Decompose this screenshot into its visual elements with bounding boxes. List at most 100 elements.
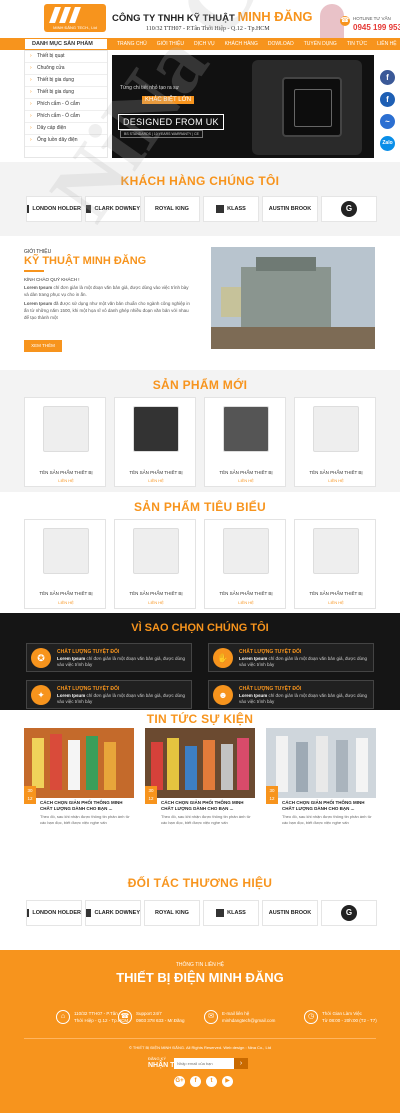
sidebar-item[interactable]: Thiết bị gia dụng [25,75,107,87]
company-prefix: CÔNG TY TNHH KỸ THUẬT [112,13,238,24]
product-card[interactable]: TÊN SẢN PHẨM THIẾT BỊ LIÊN HỆ [204,397,286,487]
product-name[interactable]: TÊN SẢN PHẨM THIẾT BỊ [205,470,287,475]
messenger-icon[interactable]: ~ [380,114,395,129]
hotline-number[interactable]: 0945 199 953 [353,23,400,32]
menu-item-recruitment[interactable]: TUYỂN DỤNG [299,38,342,50]
client-logo[interactable]: KLASS [203,196,259,222]
logo[interactable]: MINH ĐĂNG TECH., Ltd [44,4,106,32]
product-card[interactable]: TÊN SẢN PHẨM THIẾT BỊ LIÊN HỆ [24,519,106,609]
menu-item-about[interactable]: GIỚI THIỆU [152,38,189,50]
client-logo[interactable]: LONDON HOLDER [26,196,82,222]
client-logo[interactable]: ROYAL KING [144,196,200,222]
news-headline[interactable]: CÁCH CHỌN GIẢN PHỐI THÔNG MINH CHẤT LƯỢN… [161,800,253,812]
sidebar-item[interactable]: Ống luồn dây điện [25,135,107,147]
sidebar-item[interactable]: Phích cắm - Ổ cắm [25,111,107,123]
youtube-icon[interactable]: ▶ [222,1076,233,1087]
feature-heading: CHẤT LƯỢNG TUYỆT ĐỐI [239,686,302,692]
newsletter-submit-button[interactable]: › [234,1058,248,1069]
product-contact-link[interactable]: LIÊN HỆ [25,478,107,483]
product-card[interactable]: TÊN SẢN PHẨM THIẾT BỊ LIÊN HỆ [294,519,376,609]
category-menu-title[interactable]: DANH MỤC SẢN PHẨM [24,38,108,50]
handshake-icon: ✋ [213,648,233,668]
product-contact-link[interactable]: LIÊN HỆ [205,478,287,483]
google-plus-icon[interactable]: G+ [174,1076,185,1087]
sidebar-item[interactable]: Thiết bị gia dụng [25,87,107,99]
client-logo[interactable]: AUSTIN BROOK [262,196,318,222]
facebook-icon[interactable]: f [190,1076,201,1087]
footer-subtitle: THÔNG TIN LIÊN HỆ [175,962,225,968]
client-logo-name: LONDON HOLDER [32,206,81,212]
menu-item-clients[interactable]: KHÁCH HÀNG [220,38,263,50]
footer-address-line: 110/32 TTH07 - P.Tân [74,1011,118,1016]
client-logo[interactable]: CLARK DOWNEY [85,196,141,222]
product-contact-link[interactable]: LIÊN HỆ [115,600,197,605]
partner-logo-name: G [341,905,357,921]
intro-paragraph: Lorem Ipsum chỉ đơn giản là một đoạn văn… [24,284,194,298]
sidebar-item[interactable]: Dây cáp điện [25,123,107,135]
partner-logo[interactable]: LONDON HOLDER [26,900,82,926]
read-more-button[interactable]: XEM THÊM [24,340,62,352]
product-contact-link[interactable]: LIÊN HỆ [205,600,287,605]
menu-item-download[interactable]: DOWLOAD [263,38,299,50]
menu-item-news[interactable]: TIN TỨC [342,38,372,50]
news-month: 12 [269,796,275,801]
product-card[interactable]: TÊN SẢN PHẨM THIẾT BỊ LIÊN HỆ [294,397,376,487]
feature-box: ✋ CHẤT LƯỢNG TUYỆT ĐỐI Lorem Ipsum chỉ đơn… [208,643,374,672]
hero-banner[interactable] [112,55,374,158]
footer-hours-value: Từ 08:00 - 20h:00 (T2 - T7) [322,1018,377,1023]
product-name[interactable]: TÊN SẢN PHẨM THIẾT BỊ [205,591,287,596]
company-name: CÔNG TY TNHH KỸ THUẬT MINH ĐĂNG [112,9,313,24]
product-name[interactable]: TÊN SẢN PHẨM THIẾT BỊ [115,470,197,475]
menu-item-home[interactable]: TRANG CHỦ [112,38,152,50]
sidebar-item[interactable]: Thiết bị quạt [25,51,107,63]
news-card[interactable]: 30 12 CÁCH CHỌN GIẢN PHỐI THÔNG MINH CHẤT… [24,728,134,830]
phone-icon: ☎ [118,1010,132,1024]
news-image [145,728,255,798]
sidebar-item[interactable]: Chuông cửa [25,63,107,75]
partner-logo[interactable]: KLASS [203,900,259,926]
client-logo-name: AUSTIN BROOK [268,206,312,212]
client-logo[interactable]: G [321,196,377,222]
product-contact-link[interactable]: LIÊN HỆ [295,600,377,605]
partner-logo-name: KLASS [227,910,246,916]
product-card[interactable]: TÊN SẢN PHẨM THIẾT BỊ LIÊN HỆ [114,397,196,487]
newsletter-email-input[interactable] [174,1058,234,1069]
facebook-icon[interactable]: f [380,70,395,85]
product-name[interactable]: TÊN SẢN PHẨM THIẾT BỊ [295,591,377,596]
client-logo-name: G [341,201,357,217]
product-name[interactable]: TÊN SẢN PHẨM THIẾT BỊ [25,470,107,475]
news-card[interactable]: 30 12 CÁCH CHỌN GIẢN PHỐI THÔNG MINH CHẤT… [145,728,255,830]
menu-item-services[interactable]: DỊCH VỤ [189,38,220,50]
product-card[interactable]: TÊN SẢN PHẨM THIẾT BỊ LIÊN HỆ [24,397,106,487]
product-name[interactable]: TÊN SẢN PHẨM THIẾT BỊ [295,470,377,475]
news-month: 12 [148,796,154,801]
news-headline[interactable]: CÁCH CHỌN GIẢN PHỐI THÔNG MINH CHẤT LƯỢN… [282,800,374,812]
product-contact-link[interactable]: LIÊN HỆ [25,600,107,605]
product-card[interactable]: TÊN SẢN PHẨM THIẾT BỊ LIÊN HỆ [204,519,286,609]
news-headline[interactable]: CÁCH CHỌN GIẢN PHỐI THÔNG MINH CHẤT LƯỢN… [40,800,132,812]
intro-bold: Lorem Ipsum [24,285,53,290]
footer-email-address[interactable]: minhdangtech@gmail.com [222,1018,275,1023]
news-card[interactable]: 30 12 CÁCH CHỌN GIẢN PHỐI THÔNG MINH CHẤT… [266,728,376,830]
partner-logo[interactable]: CLARK DOWNEY [85,900,141,926]
feature-text: Lorem Ipsum chỉ đơn giản là một đoạn văn… [57,656,187,668]
partner-logo[interactable]: G [321,900,377,926]
sidebar-item[interactable]: Phích cắm - Ổ cắm [25,99,107,111]
product-card[interactable]: TÊN SẢN PHẨM THIẾT BỊ LIÊN HỆ [114,519,196,609]
facebook-icon[interactable]: f [380,92,395,107]
feature-bold: Lorem Ipsum [239,693,268,698]
partner-logo[interactable]: AUSTIN BROOK [262,900,318,926]
twitter-icon[interactable]: t [206,1076,217,1087]
feature-text: Lorem Ipsum chỉ đơn giản là một đoạn văn… [239,693,369,705]
footer-support-phone[interactable]: 0903 378 633 - Mr.Đăng [136,1018,185,1023]
zalo-icon[interactable]: Zalo [380,136,395,151]
product-name[interactable]: TÊN SẢN PHẨM THIẾT BỊ [25,591,107,596]
product-name[interactable]: TÊN SẢN PHẨM THIẾT BỊ [115,591,197,596]
partner-logo-name: CLARK DOWNEY [94,910,140,916]
menu-item-contact[interactable]: LIÊN HỆ [372,38,400,50]
news-title: TIN TỨC SỰ KIỆN [146,712,254,726]
product-contact-link[interactable]: LIÊN HỆ [115,478,197,483]
product-image [313,406,359,452]
partner-logo[interactable]: ROYAL KING [144,900,200,926]
product-contact-link[interactable]: LIÊN HỆ [295,478,377,483]
